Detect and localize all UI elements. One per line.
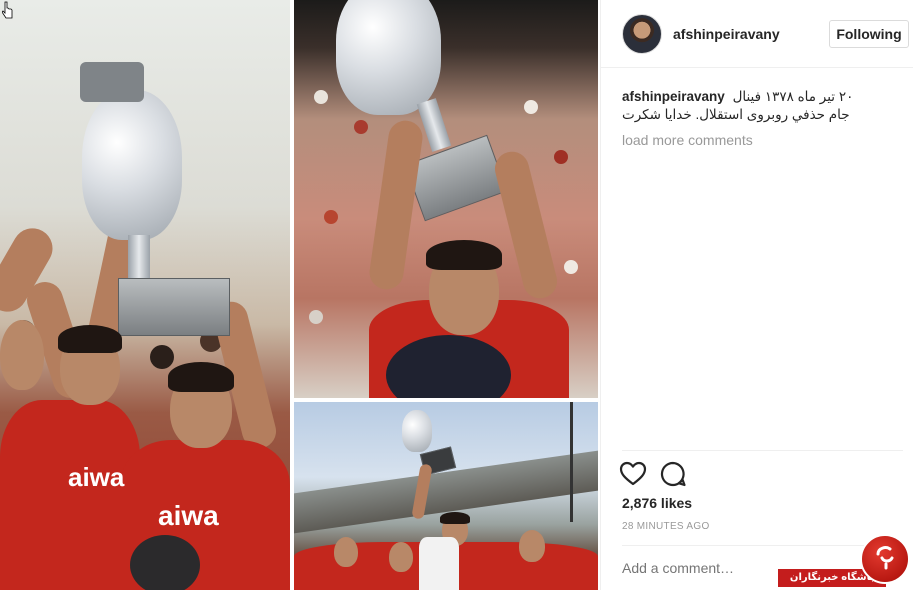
hand-cursor-icon xyxy=(2,1,13,19)
caption-username-link[interactable]: afshinpeiravany xyxy=(622,89,725,104)
logo-mark-icon xyxy=(876,546,894,570)
likes-count[interactable]: 2,876 likes xyxy=(622,495,692,511)
photo-trophy-celebration-left: aiwa aiwa xyxy=(0,0,290,590)
jersey-sponsor-text: aiwa xyxy=(68,462,125,492)
avatar[interactable] xyxy=(622,14,662,54)
photo-stadium-celebration-bottom-right xyxy=(294,402,598,590)
post-details-panel: afshinpeiravany Following afshinpeiravan… xyxy=(600,0,913,590)
jersey-sponsor-text: aiwa xyxy=(158,500,219,531)
post-image-collage[interactable]: aiwa aiwa xyxy=(0,0,600,590)
following-button[interactable]: Following xyxy=(829,20,909,48)
divider xyxy=(622,450,903,451)
load-more-comments-link[interactable]: load more comments xyxy=(622,132,753,148)
post-header: afshinpeiravany Following xyxy=(601,0,913,68)
heart-icon[interactable] xyxy=(619,460,647,488)
post-caption: afshinpeiravany ۲۰ تیر ماه ۱۳۷۸ فینال جا… xyxy=(622,88,872,124)
watermark-logo: باشگاه خبرنگاران xyxy=(778,532,913,590)
photo-trophy-raised-top-right xyxy=(294,0,598,398)
username-link[interactable]: afshinpeiravany xyxy=(673,26,780,42)
post-timestamp: 28 MINUTES AGO xyxy=(622,521,710,532)
comment-icon[interactable] xyxy=(659,460,687,488)
